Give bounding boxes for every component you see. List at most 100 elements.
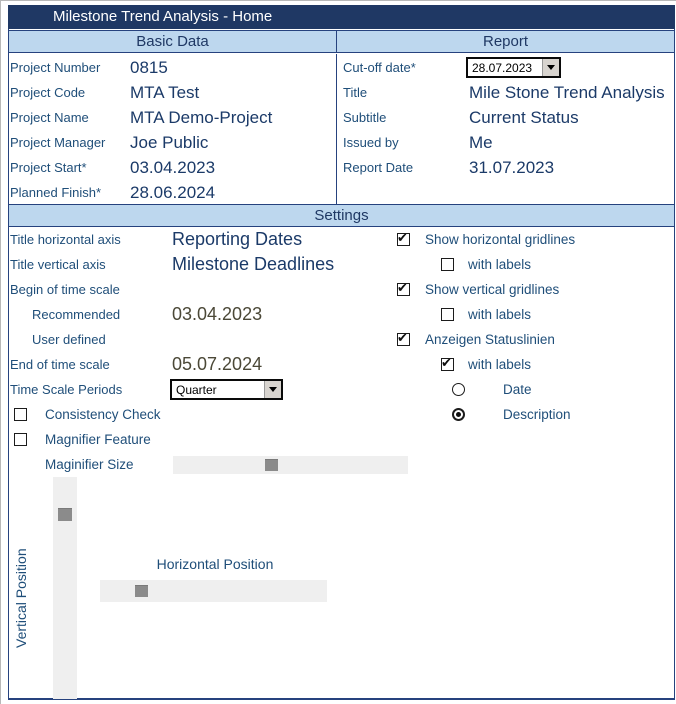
recommended-value: 03.04.2023 (172, 304, 263, 324)
horizontal-position-slider-track[interactable] (100, 580, 327, 602)
report-date-label: Report Date (343, 160, 414, 175)
report-date-value[interactable]: 31.07.2023 (469, 158, 554, 178)
field-row-radio-date: Date (452, 377, 662, 402)
window-title: Milestone Trend Analysis - Home (53, 8, 273, 25)
date-radio[interactable] (452, 383, 465, 396)
project-start-label: Project Start* (10, 160, 87, 175)
recommended-label: Recommended (32, 307, 121, 322)
field-row-status-lines: Anzeigen Statuslinien (397, 327, 667, 352)
field-row-title-horizontal-axis: Title horizontal axis Reporting Dates (10, 227, 390, 252)
dropdown-arrow-icon (269, 387, 277, 396)
begin-time-scale-label: Begin of time scale (10, 282, 120, 297)
cutoff-date-dropdown[interactable]: 28.07.2023 (466, 57, 561, 78)
field-row-recommended: Recommended 03.04.2023 (10, 302, 390, 327)
show-vertical-gridlines-checkbox[interactable] (397, 280, 410, 296)
time-scale-periods-dropdown[interactable]: Quarter (170, 379, 283, 400)
status-lines-checkbox[interactable] (397, 330, 410, 346)
report-header: Report (336, 30, 675, 53)
magnifier-size-label: Maginifier Size (45, 457, 134, 472)
magnifier-feature-checkbox[interactable] (14, 433, 27, 446)
project-code-value[interactable]: MTA Test (130, 83, 199, 103)
title-vertical-axis-value[interactable]: Milestone Deadlines (172, 254, 334, 275)
show-horizontal-gridlines-checkbox[interactable] (397, 230, 410, 246)
field-row-project-code: Project Code MTA Test (10, 80, 332, 105)
project-start-value[interactable]: 03.04.2023 (130, 158, 215, 178)
issued-by-value[interactable]: Me (469, 133, 493, 153)
field-row-hgrid-with-labels: with labels (441, 252, 661, 277)
status-with-labels-checkbox[interactable] (441, 355, 454, 371)
field-row-project-start: Project Start* 03.04.2023 (10, 155, 332, 180)
field-row-vgrid-with-labels: with labels (441, 302, 661, 327)
field-row-end-time-scale: End of time scale 05.07.2024 (10, 352, 390, 377)
consistency-check-label: Consistency Check (45, 407, 161, 422)
field-row-user-defined: User defined (10, 327, 390, 352)
report-title-label: Title (343, 85, 368, 100)
field-row-radio-description: Description (452, 402, 662, 427)
settings-header: Settings (8, 204, 675, 227)
field-row-time-scale-periods: Time Scale Periods Quarter (10, 377, 390, 402)
report-title-value[interactable]: Mile Stone Trend Analysis (469, 83, 665, 103)
window-title-bar: Milestone Trend Analysis - Home (8, 5, 675, 29)
description-radio-label: Description (503, 407, 571, 422)
field-row-show-vertical-gridlines: Show vertical gridlines (397, 277, 667, 302)
end-time-scale-label: End of time scale (10, 357, 110, 372)
time-scale-periods-label: Time Scale Periods (10, 382, 123, 397)
planned-finish-label: Planned Finish* (10, 185, 102, 200)
project-number-value[interactable]: 0815 (130, 58, 168, 78)
status-lines-label: Anzeigen Statuslinien (425, 332, 555, 347)
field-row-report-date: Report Date 31.07.2023 (343, 155, 668, 180)
vertical-position-label: Vertical Position (13, 548, 29, 648)
report-subtitle-value[interactable]: Current Status (469, 108, 579, 128)
field-row-report-subtitle: Subtitle Current Status (343, 105, 668, 130)
magnifier-size-slider-thumb[interactable] (265, 459, 278, 471)
settings-header-label: Settings (314, 207, 369, 224)
field-row-project-number: Project Number 0815 (10, 55, 332, 80)
report-header-label: Report (482, 33, 529, 50)
horizontal-position-label: Horizontal Position (156, 556, 274, 572)
field-row-status-with-labels: with labels (441, 352, 661, 377)
cutoff-date-dropdown-value: 28.07.2023 (472, 61, 533, 75)
project-manager-value[interactable]: Joe Public (130, 133, 208, 153)
hgrid-with-labels-checkbox[interactable] (441, 258, 454, 271)
field-row-planned-finish: Planned Finish* 28.06.2024 (10, 180, 332, 205)
user-defined-label: User defined (32, 332, 106, 347)
field-row-begin-time-scale: Begin of time scale (10, 277, 390, 302)
project-number-label: Project Number (10, 60, 101, 75)
vertical-position-slider-track[interactable] (53, 477, 77, 699)
basic-data-header: Basic Data (8, 30, 337, 53)
title-horizontal-axis-value[interactable]: Reporting Dates (172, 229, 302, 250)
field-row-issued-by: Issued by Me (343, 130, 668, 155)
show-vertical-gridlines-label: Show vertical gridlines (425, 282, 560, 297)
basic-data-header-label: Basic Data (136, 33, 209, 50)
planned-finish-value[interactable]: 28.06.2024 (130, 183, 215, 203)
vertical-position-slider-thumb[interactable] (58, 508, 72, 521)
time-scale-periods-dropdown-button[interactable] (264, 381, 281, 398)
field-row-magnifier-size: Maginifier Size (45, 452, 173, 477)
mta-home-window: Milestone Trend Analysis - Home Basic Da… (0, 0, 676, 704)
cutoff-date-dropdown-button[interactable] (542, 59, 559, 76)
title-vertical-axis-label: Title vertical axis (10, 257, 106, 272)
field-row-cutoff-date: Cut-off date* 28.07.2023 (343, 55, 668, 80)
show-horizontal-gridlines-label: Show horizontal gridlines (425, 232, 576, 247)
project-code-label: Project Code (10, 85, 86, 100)
column-divider (336, 54, 337, 205)
project-manager-label: Project Manager (10, 135, 106, 150)
field-row-show-horizontal-gridlines: Show horizontal gridlines (397, 227, 667, 252)
field-row-consistency-check: Consistency Check (14, 402, 334, 427)
cutoff-date-label: Cut-off date* (343, 60, 416, 75)
vgrid-with-labels-label: with labels (468, 307, 532, 322)
vgrid-with-labels-checkbox[interactable] (441, 308, 454, 321)
issued-by-label: Issued by (343, 135, 399, 150)
magnifier-size-slider-track[interactable] (173, 456, 408, 474)
end-time-scale-value: 05.07.2024 (172, 354, 263, 374)
field-row-report-title: Title Mile Stone Trend Analysis (343, 80, 668, 105)
field-row-magnifier-feature: Magnifier Feature (14, 427, 334, 452)
consistency-check-checkbox[interactable] (14, 408, 27, 421)
project-name-value[interactable]: MTA Demo-Project (130, 108, 272, 128)
dropdown-arrow-icon (547, 65, 555, 74)
hgrid-with-labels-label: with labels (468, 257, 532, 272)
horizontal-position-slider-thumb[interactable] (135, 585, 148, 597)
field-row-project-manager: Project Manager Joe Public (10, 130, 332, 155)
description-radio[interactable] (452, 408, 465, 421)
title-horizontal-axis-label: Title horizontal axis (10, 232, 121, 247)
